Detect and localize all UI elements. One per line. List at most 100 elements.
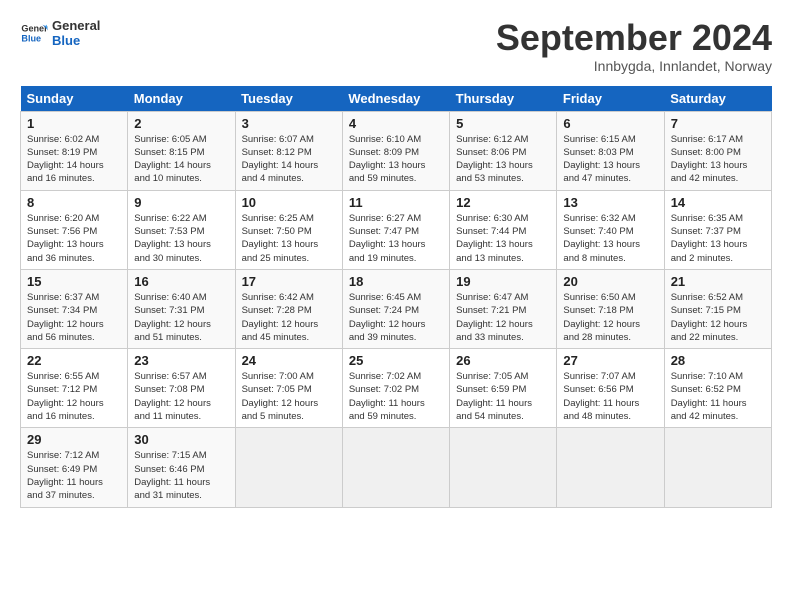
table-row: 14 Sunrise: 6:35 AMSunset: 7:37 PMDayligh… bbox=[664, 190, 771, 269]
day-info: Sunrise: 6:10 AMSunset: 8:09 PMDaylight:… bbox=[349, 133, 443, 186]
day-info: Sunrise: 7:05 AMSunset: 6:59 PMDaylight:… bbox=[456, 370, 550, 423]
logo: General Blue General Blue bbox=[20, 18, 100, 48]
table-row bbox=[450, 428, 557, 507]
day-number: 11 bbox=[349, 195, 443, 210]
day-number: 20 bbox=[563, 274, 657, 289]
logo-icon: General Blue bbox=[20, 19, 48, 47]
table-row: 4Sunrise: 6:10 AMSunset: 8:09 PMDaylight… bbox=[342, 111, 449, 190]
day-info: Sunrise: 6:37 AMSunset: 7:34 PMDaylight:… bbox=[27, 291, 121, 344]
day-info: Sunrise: 6:17 AMSunset: 8:00 PMDaylight:… bbox=[671, 133, 765, 186]
day-info: Sunrise: 6:35 AMSunset: 7:37 PMDaylight:… bbox=[671, 212, 765, 265]
month-title: September 2024 bbox=[496, 18, 772, 58]
table-row bbox=[235, 428, 342, 507]
table-row: 3 Sunrise: 6:07 AMSunset: 8:12 PMDaylight… bbox=[235, 111, 342, 190]
day-info: Sunrise: 7:12 AMSunset: 6:49 PMDaylight:… bbox=[27, 449, 121, 502]
day-info: Sunrise: 6:45 AMSunset: 7:24 PMDaylight:… bbox=[349, 291, 443, 344]
title-area: September 2024 Innbygda, Innlandet, Norw… bbox=[496, 18, 772, 74]
col-thursday: Thursday bbox=[450, 86, 557, 112]
day-info: Sunrise: 6:12 AMSunset: 8:06 PMDaylight:… bbox=[456, 133, 550, 186]
table-row: 15 Sunrise: 6:37 AMSunset: 7:34 PMDayligh… bbox=[21, 269, 128, 348]
svg-text:Blue: Blue bbox=[21, 33, 41, 43]
logo-text-general: General bbox=[52, 18, 100, 33]
day-number: 5 bbox=[456, 116, 550, 131]
day-info: Sunrise: 6:47 AMSunset: 7:21 PMDaylight:… bbox=[456, 291, 550, 344]
day-info: Sunrise: 7:15 AMSunset: 6:46 PMDaylight:… bbox=[134, 449, 228, 502]
day-info: Sunrise: 6:32 AMSunset: 7:40 PMDaylight:… bbox=[563, 212, 657, 265]
col-monday: Monday bbox=[128, 86, 235, 112]
day-number: 29 bbox=[27, 432, 121, 447]
day-info: Sunrise: 6:42 AMSunset: 7:28 PMDaylight:… bbox=[242, 291, 336, 344]
day-number: 26 bbox=[456, 353, 550, 368]
day-info: Sunrise: 6:22 AMSunset: 7:53 PMDaylight:… bbox=[134, 212, 228, 265]
table-row: 7 Sunrise: 6:17 AMSunset: 8:00 PMDaylight… bbox=[664, 111, 771, 190]
day-info: Sunrise: 7:07 AMSunset: 6:56 PMDaylight:… bbox=[563, 370, 657, 423]
day-number: 23 bbox=[134, 353, 228, 368]
day-info: Sunrise: 6:05 AMSunset: 8:15 PMDaylight:… bbox=[134, 133, 228, 186]
table-row: 1Sunrise: 6:02 AMSunset: 8:19 PMDaylight… bbox=[21, 111, 128, 190]
table-row: 10Sunrise: 6:25 AMSunset: 7:50 PMDayligh… bbox=[235, 190, 342, 269]
day-number: 10 bbox=[242, 195, 336, 210]
calendar-table: Sunday Monday Tuesday Wednesday Thursday… bbox=[20, 86, 772, 508]
table-row: 18 Sunrise: 6:45 AMSunset: 7:24 PMDayligh… bbox=[342, 269, 449, 348]
day-number: 21 bbox=[671, 274, 765, 289]
table-row: 27 Sunrise: 7:07 AMSunset: 6:56 PMDayligh… bbox=[557, 349, 664, 428]
col-wednesday: Wednesday bbox=[342, 86, 449, 112]
table-row: 20 Sunrise: 6:50 AMSunset: 7:18 PMDayligh… bbox=[557, 269, 664, 348]
table-row: 28 Sunrise: 7:10 AMSunset: 6:52 PMDayligh… bbox=[664, 349, 771, 428]
day-number: 27 bbox=[563, 353, 657, 368]
table-row: 17Sunrise: 6:42 AMSunset: 7:28 PMDayligh… bbox=[235, 269, 342, 348]
table-row: 11 Sunrise: 6:27 AMSunset: 7:47 PMDayligh… bbox=[342, 190, 449, 269]
day-info: Sunrise: 7:00 AMSunset: 7:05 PMDaylight:… bbox=[242, 370, 336, 423]
table-row: 2 Sunrise: 6:05 AMSunset: 8:15 PMDaylight… bbox=[128, 111, 235, 190]
day-info: Sunrise: 7:10 AMSunset: 6:52 PMDaylight:… bbox=[671, 370, 765, 423]
day-number: 8 bbox=[27, 195, 121, 210]
day-info: Sunrise: 6:15 AMSunset: 8:03 PMDaylight:… bbox=[563, 133, 657, 186]
table-row: 30Sunrise: 7:15 AMSunset: 6:46 PMDayligh… bbox=[128, 428, 235, 507]
day-info: Sunrise: 6:57 AMSunset: 7:08 PMDaylight:… bbox=[134, 370, 228, 423]
col-saturday: Saturday bbox=[664, 86, 771, 112]
col-tuesday: Tuesday bbox=[235, 86, 342, 112]
table-row: 6 Sunrise: 6:15 AMSunset: 8:03 PMDaylight… bbox=[557, 111, 664, 190]
svg-text:General: General bbox=[21, 24, 48, 34]
day-number: 19 bbox=[456, 274, 550, 289]
day-number: 22 bbox=[27, 353, 121, 368]
col-friday: Friday bbox=[557, 86, 664, 112]
col-sunday: Sunday bbox=[21, 86, 128, 112]
day-number: 2 bbox=[134, 116, 228, 131]
table-row: 8 Sunrise: 6:20 AMSunset: 7:56 PMDaylight… bbox=[21, 190, 128, 269]
day-info: Sunrise: 6:02 AMSunset: 8:19 PMDaylight:… bbox=[27, 133, 121, 186]
day-number: 18 bbox=[349, 274, 443, 289]
day-number: 15 bbox=[27, 274, 121, 289]
day-number: 3 bbox=[242, 116, 336, 131]
day-number: 14 bbox=[671, 195, 765, 210]
table-row: 23 Sunrise: 6:57 AMSunset: 7:08 PMDayligh… bbox=[128, 349, 235, 428]
table-row: 21Sunrise: 6:52 AMSunset: 7:15 PMDayligh… bbox=[664, 269, 771, 348]
day-info: Sunrise: 6:30 AMSunset: 7:44 PMDaylight:… bbox=[456, 212, 550, 265]
table-row: 12 Sunrise: 6:30 AMSunset: 7:44 PMDayligh… bbox=[450, 190, 557, 269]
logo-text-blue: Blue bbox=[52, 33, 100, 48]
day-number: 25 bbox=[349, 353, 443, 368]
day-info: Sunrise: 6:50 AMSunset: 7:18 PMDaylight:… bbox=[563, 291, 657, 344]
day-info: Sunrise: 6:07 AMSunset: 8:12 PMDaylight:… bbox=[242, 133, 336, 186]
day-number: 6 bbox=[563, 116, 657, 131]
table-row: 9 Sunrise: 6:22 AMSunset: 7:53 PMDaylight… bbox=[128, 190, 235, 269]
header: General Blue General Blue September 2024… bbox=[20, 18, 772, 74]
day-info: Sunrise: 6:20 AMSunset: 7:56 PMDaylight:… bbox=[27, 212, 121, 265]
day-number: 28 bbox=[671, 353, 765, 368]
day-info: Sunrise: 6:27 AMSunset: 7:47 PMDaylight:… bbox=[349, 212, 443, 265]
table-row: 25 Sunrise: 7:02 AMSunset: 7:02 PMDayligh… bbox=[342, 349, 449, 428]
day-number: 9 bbox=[134, 195, 228, 210]
table-row: 5 Sunrise: 6:12 AMSunset: 8:06 PMDaylight… bbox=[450, 111, 557, 190]
table-row bbox=[557, 428, 664, 507]
table-row bbox=[342, 428, 449, 507]
table-row: 22Sunrise: 6:55 AMSunset: 7:12 PMDayligh… bbox=[21, 349, 128, 428]
day-info: Sunrise: 6:40 AMSunset: 7:31 PMDaylight:… bbox=[134, 291, 228, 344]
location-subtitle: Innbygda, Innlandet, Norway bbox=[496, 58, 772, 74]
table-row: 26 Sunrise: 7:05 AMSunset: 6:59 PMDayligh… bbox=[450, 349, 557, 428]
table-row: 29 Sunrise: 7:12 AMSunset: 6:49 PMDayligh… bbox=[21, 428, 128, 507]
day-info: Sunrise: 7:02 AMSunset: 7:02 PMDaylight:… bbox=[349, 370, 443, 423]
day-number: 7 bbox=[671, 116, 765, 131]
day-number: 24 bbox=[242, 353, 336, 368]
table-row bbox=[664, 428, 771, 507]
day-number: 12 bbox=[456, 195, 550, 210]
